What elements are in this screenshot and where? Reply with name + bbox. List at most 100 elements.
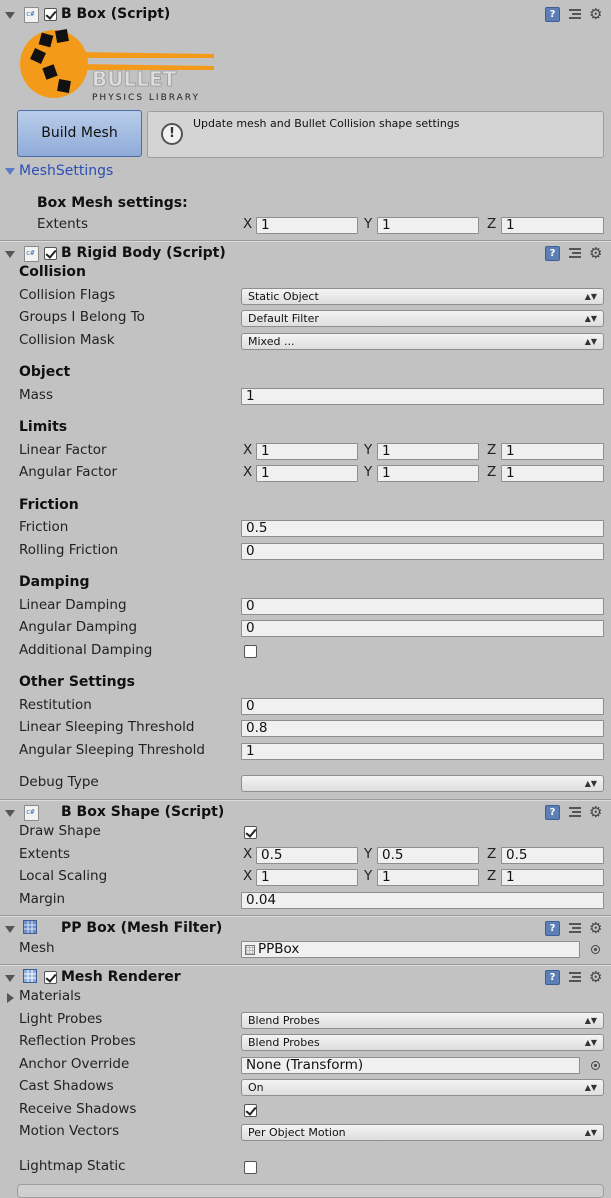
rolling-friction-field[interactable]: 0: [241, 543, 604, 560]
bullet-logo: BULLET PHYSICS LIBRARY: [18, 26, 220, 103]
angular-factor-x-field[interactable]: 1: [256, 465, 358, 482]
materials-foldout[interactable]: Materials: [19, 988, 81, 1004]
collision-mask-dropdown[interactable]: Mixed ... ▲▼: [241, 333, 604, 350]
lightmap-static-checkbox[interactable]: [244, 1161, 257, 1174]
mesh-renderer-enabled-checkbox[interactable]: [44, 971, 57, 984]
logo-bottom-text: PHYSICS LIBRARY: [92, 93, 200, 102]
mesh-renderer-header[interactable]: Mesh Renderer ? ⚙: [0, 967, 611, 989]
mesh-label: Mesh: [19, 940, 55, 956]
help-icon[interactable]: ?: [545, 805, 560, 820]
divider: [0, 916, 611, 917]
groups-dropdown[interactable]: Default Filter ▲▼: [241, 310, 604, 327]
object-picker-icon[interactable]: [591, 1061, 600, 1070]
linear-damping-label: Linear Damping: [19, 597, 127, 613]
angular-damping-field[interactable]: 0: [241, 620, 604, 637]
linear-factor-x-field[interactable]: 1: [256, 443, 358, 460]
box-shape-header[interactable]: B Box Shape (Script) ? ⚙: [0, 802, 611, 824]
gear-icon[interactable]: ⚙: [589, 244, 602, 262]
foldout-arrow-icon[interactable]: [5, 926, 15, 933]
reflection-probes-dropdown[interactable]: Blend Probes ▲▼: [241, 1034, 604, 1051]
dropdown-value: Static Object: [248, 290, 319, 303]
script-icon: [24, 805, 39, 821]
angular-sleeping-threshold-field[interactable]: 1: [241, 743, 604, 760]
dropdown-arrow-icon: ▲▼: [584, 1128, 597, 1137]
gear-icon[interactable]: ⚙: [589, 5, 602, 23]
script-icon: [24, 246, 39, 262]
dropdown-arrow-icon: ▲▼: [584, 1016, 597, 1025]
shape-extents-z-field[interactable]: 0.5: [501, 847, 604, 864]
meshsettings-foldout-icon[interactable]: [5, 168, 15, 175]
local-scaling-z-field[interactable]: 1: [501, 869, 604, 886]
dropdown-value: Mixed ...: [248, 335, 295, 348]
header-icons: ? ⚙: [545, 5, 607, 24]
preset-icon[interactable]: [569, 8, 581, 20]
build-mesh-button[interactable]: Build Mesh: [17, 110, 142, 157]
linear-factor-z-field[interactable]: 1: [501, 443, 604, 460]
mesh-extents-y-field[interactable]: 1: [377, 217, 479, 234]
foldout-arrow-icon[interactable]: [5, 975, 15, 982]
local-scaling-y-field[interactable]: 1: [377, 869, 479, 886]
materials-foldout-icon[interactable]: [7, 993, 14, 1003]
header-icons: ? ⚙: [545, 244, 607, 263]
light-probes-dropdown[interactable]: Blend Probes ▲▼: [241, 1012, 604, 1029]
help-icon[interactable]: ?: [545, 970, 560, 985]
linear-factor-y-field[interactable]: 1: [377, 443, 479, 460]
gear-icon[interactable]: ⚙: [589, 803, 602, 821]
preset-icon[interactable]: [569, 247, 581, 259]
preset-icon[interactable]: [569, 806, 581, 818]
cast-shadows-dropdown[interactable]: On ▲▼: [241, 1079, 604, 1096]
help-icon[interactable]: ?: [545, 7, 560, 22]
friction-field[interactable]: 0.5: [241, 520, 604, 537]
gear-icon[interactable]: ⚙: [589, 919, 602, 937]
box-mesh-settings-heading: Box Mesh settings:: [37, 195, 188, 211]
linear-factor-label: Linear Factor: [19, 442, 107, 458]
axis-y-label: Y: [364, 216, 373, 232]
dropdown-arrow-icon: ▲▼: [584, 1038, 597, 1047]
bbox-enabled-checkbox[interactable]: [44, 8, 57, 21]
mass-field[interactable]: 1: [241, 388, 604, 405]
local-scaling-x-field[interactable]: 1: [256, 869, 358, 886]
shape-extents-y-field[interactable]: 0.5: [377, 847, 479, 864]
restitution-field[interactable]: 0: [241, 698, 604, 715]
anchor-override-field[interactable]: None (Transform): [241, 1057, 580, 1074]
linear-sleeping-threshold-field[interactable]: 0.8: [241, 720, 604, 737]
divider: [0, 965, 611, 966]
foldout-arrow-icon[interactable]: [5, 251, 15, 258]
mesh-filter-header[interactable]: PP Box (Mesh Filter) ? ⚙: [0, 918, 611, 940]
dropdown-arrow-icon: ▲▼: [584, 1083, 597, 1092]
preset-icon[interactable]: [569, 971, 581, 983]
divider: [0, 800, 611, 801]
collision-flags-dropdown[interactable]: Static Object ▲▼: [241, 288, 604, 305]
preset-icon[interactable]: [569, 922, 581, 934]
meshsettings-foldout[interactable]: MeshSettings: [19, 163, 113, 179]
mesh-extents-z-field[interactable]: 1: [501, 217, 604, 234]
additional-damping-checkbox[interactable]: [244, 645, 257, 658]
debug-type-dropdown[interactable]: ▲▼: [241, 775, 604, 792]
receive-shadows-checkbox[interactable]: [244, 1104, 257, 1117]
angular-factor-z-field[interactable]: 1: [501, 465, 604, 482]
dropdown-arrow-icon: ▲▼: [584, 314, 597, 323]
object-picker-icon[interactable]: [591, 945, 600, 954]
foldout-arrow-icon[interactable]: [5, 810, 15, 817]
dropdown-value: Per Object Motion: [248, 1126, 346, 1139]
help-icon[interactable]: ?: [545, 921, 560, 936]
logo-top-text: BULLET: [92, 67, 177, 91]
bbox-script-header[interactable]: B Box (Script) ? ⚙: [0, 4, 611, 26]
mesh-extents-x-field[interactable]: 1: [256, 217, 358, 234]
shape-extents-x-field[interactable]: 0.5: [256, 847, 358, 864]
rigid-body-enabled-checkbox[interactable]: [44, 247, 57, 260]
dropdown-value: Blend Probes: [248, 1036, 320, 1049]
motion-vectors-dropdown[interactable]: Per Object Motion ▲▼: [241, 1124, 604, 1141]
linear-damping-field[interactable]: 0: [241, 598, 604, 615]
margin-field[interactable]: 0.04: [241, 892, 604, 909]
friction-label: Friction: [19, 519, 69, 535]
angular-factor-y-field[interactable]: 1: [377, 465, 479, 482]
gear-icon[interactable]: ⚙: [589, 968, 602, 986]
rigid-body-header[interactable]: B Rigid Body (Script) ? ⚙: [0, 243, 611, 265]
draw-shape-checkbox[interactable]: [244, 826, 257, 839]
mesh-object-field[interactable]: PPBox: [241, 941, 580, 958]
foldout-arrow-icon[interactable]: [5, 12, 15, 19]
help-icon[interactable]: ?: [545, 246, 560, 261]
axis-x-label: X: [243, 442, 253, 458]
header-icons: ? ⚙: [545, 919, 607, 938]
